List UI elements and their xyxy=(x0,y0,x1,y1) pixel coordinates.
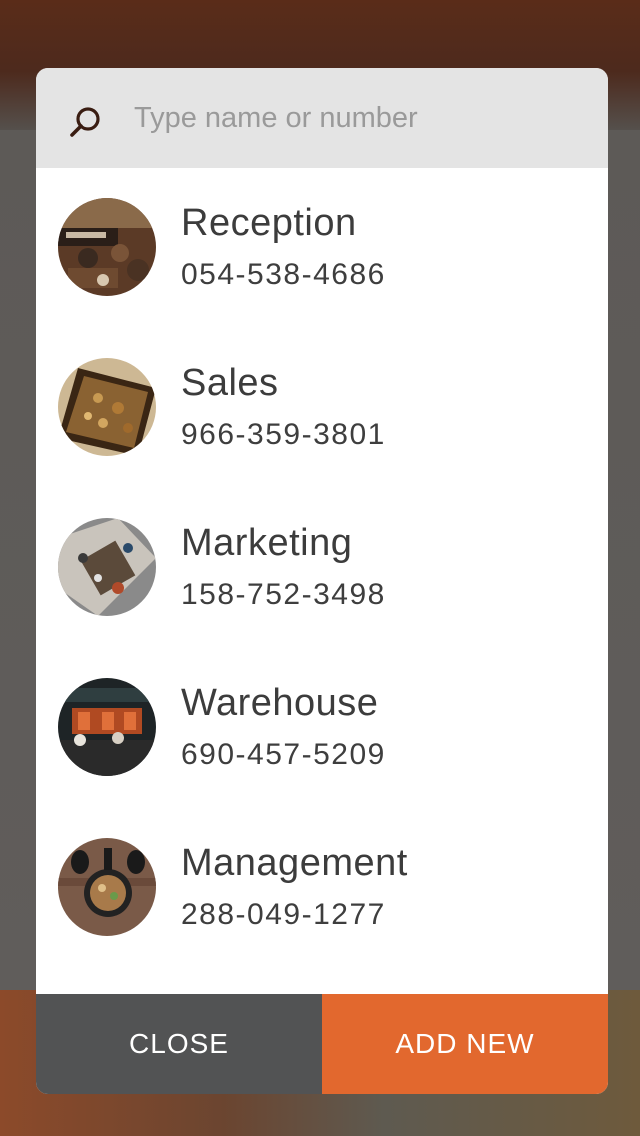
contact-name: Reception xyxy=(181,202,357,244)
contact-phone: 966-359-3801 xyxy=(181,418,386,451)
search-icon xyxy=(70,107,100,137)
contact-row-marketing[interactable]: Marketing 158-752-3498 xyxy=(36,488,608,648)
contact-row-reception[interactable]: Reception 054-538-4686 xyxy=(36,168,608,328)
contact-row-sales[interactable]: Sales 966-359-3801 xyxy=(36,328,608,488)
contact-name: Warehouse xyxy=(181,682,379,724)
avatar-marketing xyxy=(58,518,156,616)
contact-list: Reception 054-538-4686 Sales 966-359-380… xyxy=(36,168,608,994)
contact-row-management[interactable]: Management 288-049-1277 xyxy=(36,808,608,968)
avatar-management xyxy=(58,838,156,936)
contact-phone: 158-752-3498 xyxy=(181,578,386,611)
contact-row-warehouse[interactable]: Warehouse 690-457-5209 xyxy=(36,648,608,808)
add-new-button[interactable]: ADD NEW xyxy=(322,994,608,1094)
contact-phone: 288-049-1277 xyxy=(181,898,386,931)
dialog-footer: CLOSE ADD NEW xyxy=(36,994,608,1094)
avatar-sales xyxy=(58,358,156,456)
close-button[interactable]: CLOSE xyxy=(36,994,322,1094)
contact-name: Management xyxy=(181,842,408,884)
search-input[interactable] xyxy=(134,96,574,140)
contact-name: Marketing xyxy=(181,522,353,564)
avatar-warehouse xyxy=(58,678,156,776)
contact-name: Sales xyxy=(181,362,279,404)
contact-phone: 690-457-5209 xyxy=(181,738,386,771)
contact-phone: 054-538-4686 xyxy=(181,258,386,291)
avatar-reception xyxy=(58,198,156,296)
contact-picker-dialog: Reception 054-538-4686 Sales 966-359-380… xyxy=(36,68,608,1094)
search-bar xyxy=(36,68,608,168)
